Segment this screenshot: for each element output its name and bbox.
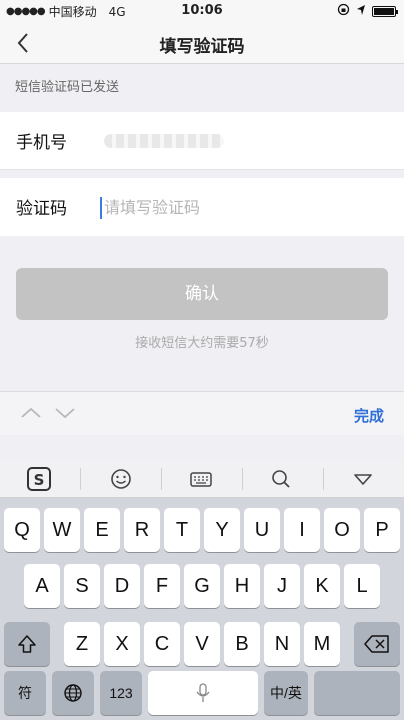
microphone-icon [196, 683, 210, 702]
keyboard-toolbar: S [0, 460, 404, 498]
sogou-logo-icon[interactable]: S [26, 466, 52, 492]
key-l[interactable]: L [344, 564, 380, 608]
key-a[interactable]: A [24, 564, 60, 608]
delete-icon [364, 635, 389, 653]
key-u[interactable]: U [244, 508, 280, 552]
key-f[interactable]: F [144, 564, 180, 608]
page-title: 填写验证码 [159, 37, 245, 57]
key-t[interactable]: T [164, 508, 200, 552]
shift-key[interactable] [4, 622, 50, 666]
key-g[interactable]: G [184, 564, 220, 608]
key-r[interactable]: R [124, 508, 160, 552]
rotation-lock-icon [337, 3, 350, 19]
previous-field-button[interactable] [20, 404, 42, 422]
key-n[interactable]: N [264, 622, 300, 666]
number-key[interactable]: 123 [100, 671, 142, 715]
chevron-down-icon [55, 408, 75, 419]
key-w[interactable]: W [44, 508, 80, 552]
key-h[interactable]: H [224, 564, 260, 608]
search-icon[interactable] [268, 466, 294, 492]
sms-sent-notice: 短信验证码已发送 [15, 80, 120, 95]
globe-icon [64, 684, 82, 702]
status-bar: ●●●●● 中国移动 4G 10:06 [0, 0, 404, 22]
globe-key[interactable] [52, 671, 94, 715]
key-y[interactable]: Y [204, 508, 240, 552]
done-button[interactable]: 完成 [354, 405, 384, 426]
return-key[interactable] [314, 671, 400, 715]
phone-label: 手机号 [16, 133, 67, 153]
nav-bar: 填写验证码 [0, 22, 404, 64]
svg-text:S: S [34, 471, 45, 489]
key-z[interactable]: Z [64, 622, 100, 666]
verification-code-input[interactable] [104, 194, 384, 220]
keyboard-icon[interactable] [188, 466, 214, 492]
text-caret [100, 197, 102, 219]
symbol-key[interactable]: 符 [4, 671, 46, 715]
countdown-text: 接收短信大约需要57秒 [135, 336, 269, 351]
keyboard-accessory-bar: 完成 [0, 391, 404, 435]
shift-arrow-icon [18, 635, 36, 653]
key-s[interactable]: S [64, 564, 100, 608]
space-key[interactable] [148, 671, 258, 715]
code-row[interactable]: 验证码 [0, 178, 404, 236]
masked-phone-number [104, 134, 224, 148]
phone-row: 手机号 [0, 112, 404, 170]
confirm-button[interactable]: 确认 [16, 268, 388, 320]
key-m[interactable]: M [304, 622, 340, 666]
backspace-key[interactable] [354, 622, 400, 666]
key-p[interactable]: P [364, 508, 400, 552]
key-c[interactable]: C [144, 622, 180, 666]
key-k[interactable]: K [304, 564, 340, 608]
key-x[interactable]: X [104, 622, 140, 666]
location-icon [356, 4, 366, 19]
key-j[interactable]: J [264, 564, 300, 608]
battery-icon [372, 5, 398, 17]
keyboard: S QWERTYUIOPASDFGHJKLZXCVBNM 符 123 中/英 [0, 460, 404, 720]
key-d[interactable]: D [104, 564, 140, 608]
chevron-up-icon [21, 407, 41, 418]
collapse-icon[interactable] [350, 466, 376, 492]
key-e[interactable]: E [84, 508, 120, 552]
next-field-button[interactable] [54, 404, 76, 422]
key-i[interactable]: I [284, 508, 320, 552]
emoji-icon[interactable] [108, 466, 134, 492]
key-q[interactable]: Q [4, 508, 40, 552]
code-label: 验证码 [16, 199, 67, 219]
key-o[interactable]: O [324, 508, 360, 552]
key-b[interactable]: B [224, 622, 260, 666]
key-v[interactable]: V [184, 622, 220, 666]
language-switch-key[interactable]: 中/英 [264, 671, 308, 715]
